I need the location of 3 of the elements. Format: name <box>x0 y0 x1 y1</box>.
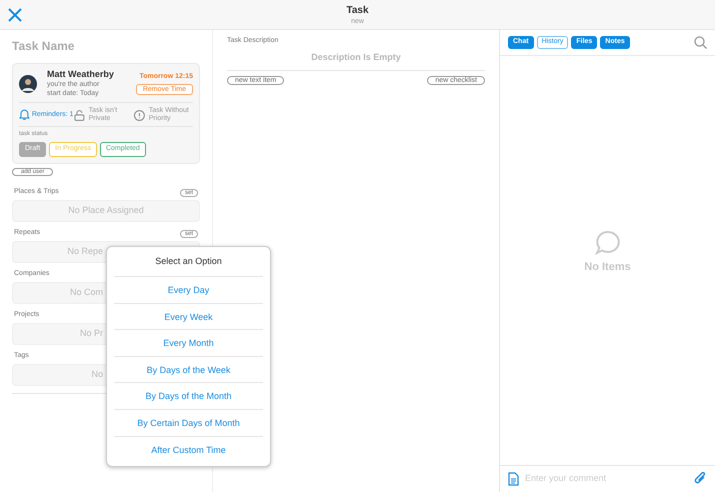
author-name: Matt Weatherby <box>47 69 115 80</box>
window-title: Task <box>346 5 369 17</box>
popup-title: Select an Option <box>155 254 222 268</box>
